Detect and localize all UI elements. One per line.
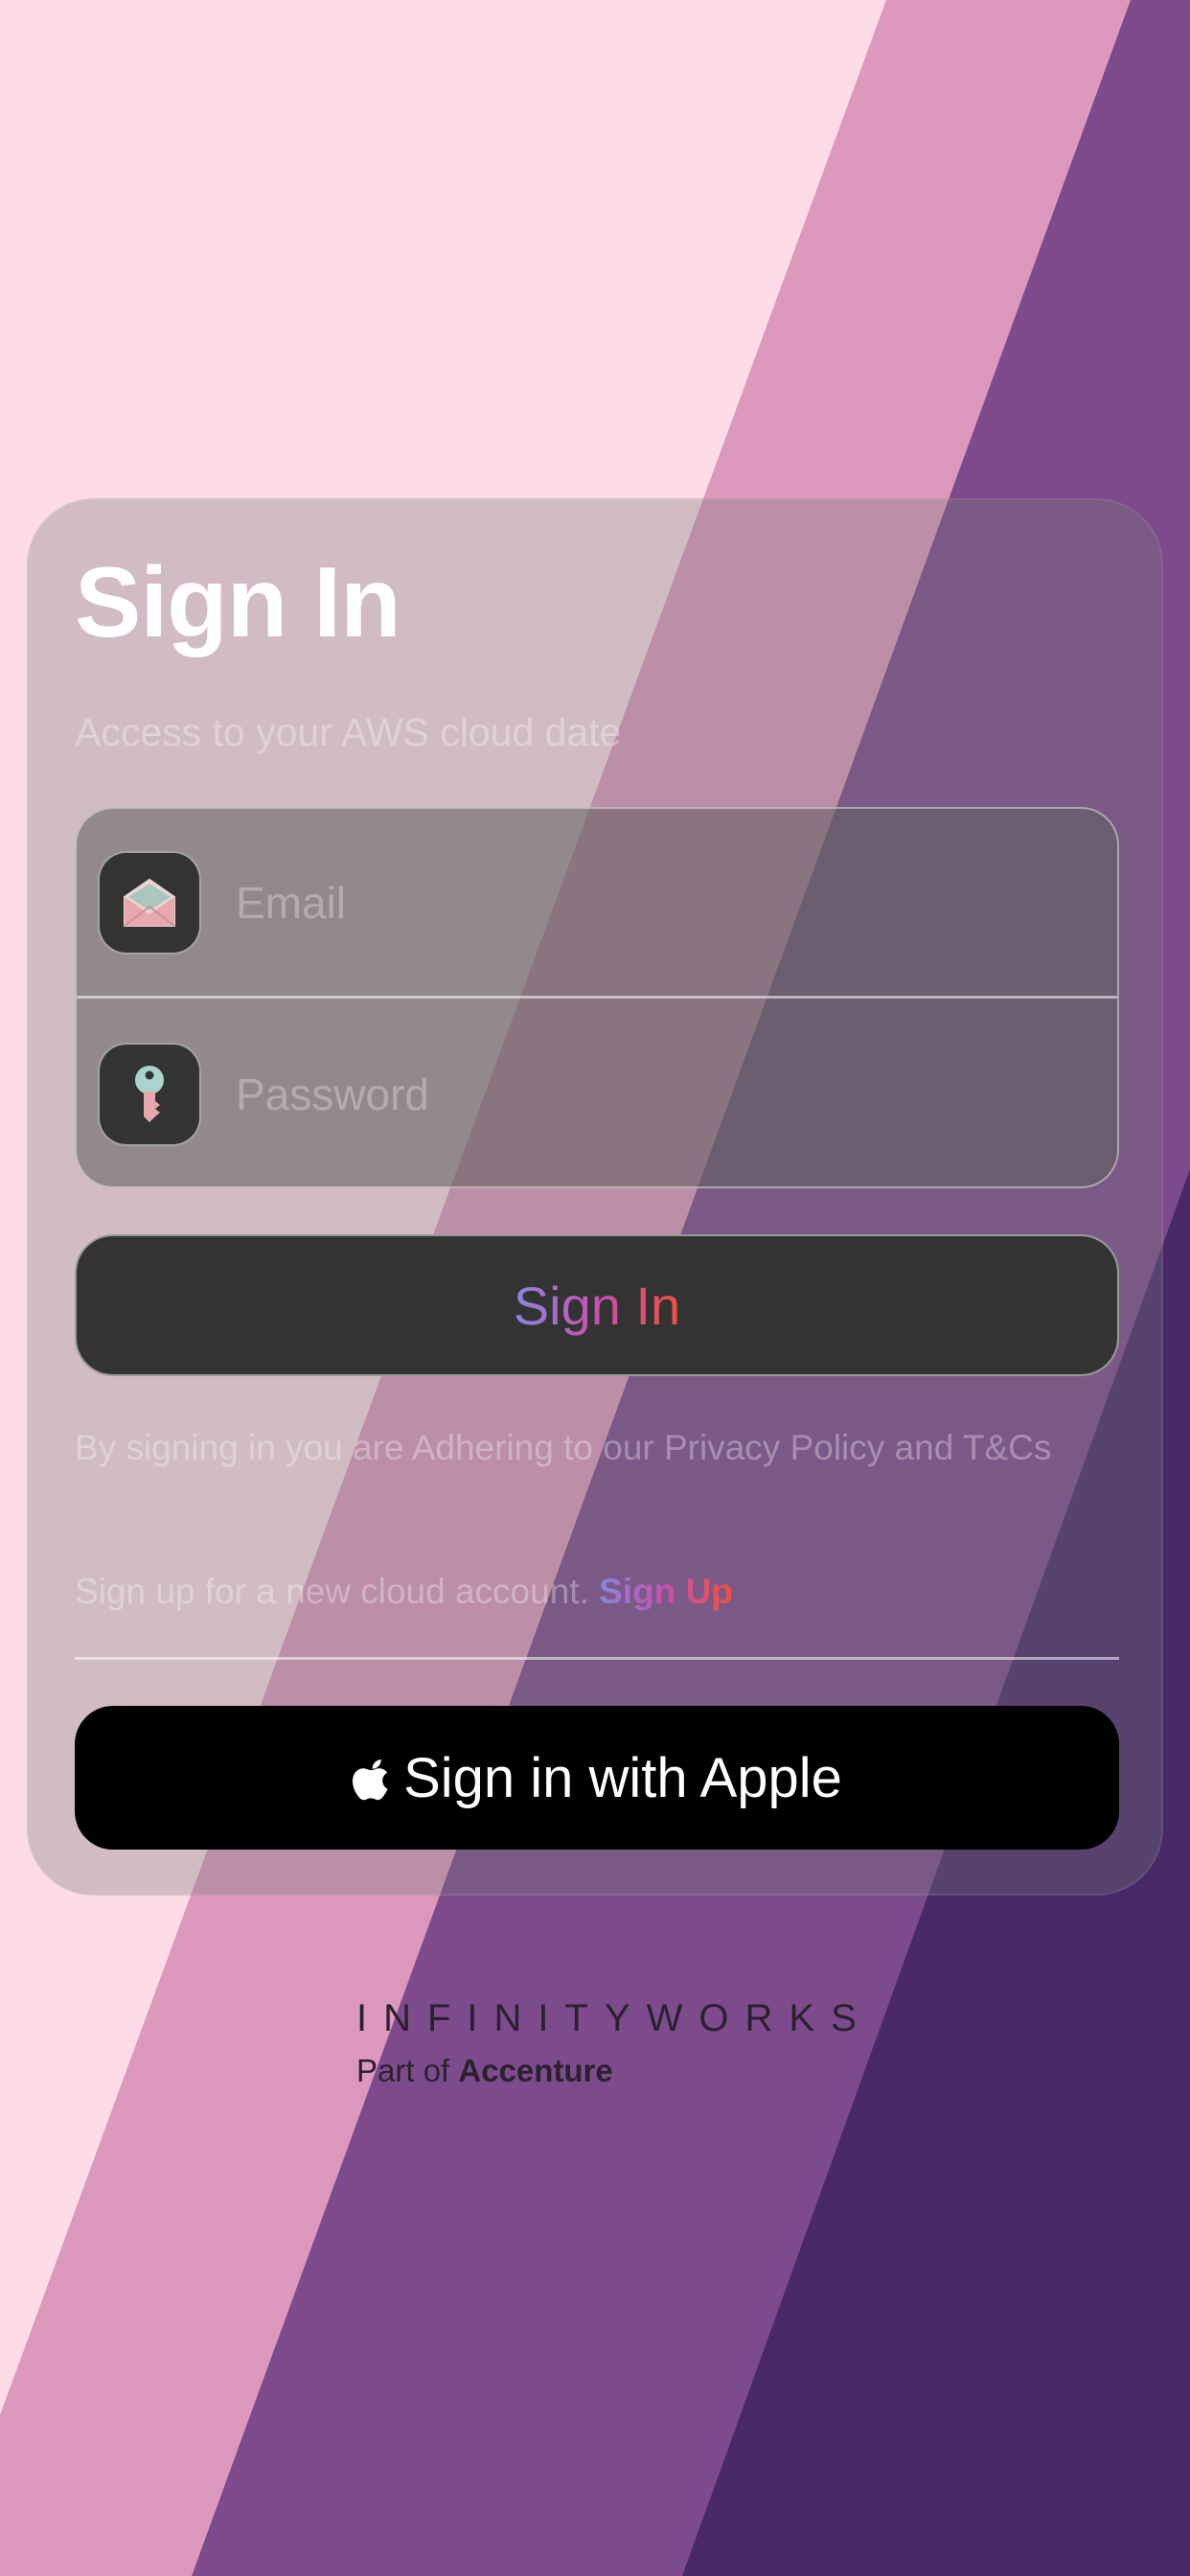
subtitle: Access to your AWS cloud date [75,710,622,754]
key-icon [98,1043,201,1146]
brand-parent-company: Accenture [458,2053,613,2088]
password-field[interactable] [236,1069,1060,1120]
brand-part-of: Part of [356,2053,450,2088]
email-field[interactable] [236,876,1060,929]
sign-in-button[interactable]: Sign In [75,1234,1119,1376]
signup-prompt: Sign up for a new cloud account. [75,1572,589,1611]
sign-in-card: Sign In Access to your AWS cloud date Em… [27,498,1163,1896]
email-row [77,809,1117,999]
divider [75,1657,1119,1660]
envelope-open-icon [98,850,201,954]
brand-logo: INFINITYWORKS Part of Accenture [356,1997,873,2086]
apple-logo-icon [353,1760,388,1801]
brand-subtitle: Part of Accenture [356,2055,835,2086]
legal-notice: By signing in you are Adhering to our Pr… [75,1428,1052,1467]
brand-name: INFINITYWORKS [356,1997,873,2039]
sign-up-link[interactable]: Sign Up [599,1572,733,1611]
credentials-group [75,807,1119,1188]
sign-in-with-apple-label: Sign in with Apple [403,1746,842,1809]
signup-row: Sign up for a new cloud account. Sign Up [75,1566,733,1618]
page-title: Sign In [75,547,401,658]
password-row [77,1000,1117,1186]
sign-in-with-apple-button[interactable]: Sign in with Apple [75,1706,1119,1850]
sign-in-button-label: Sign In [513,1275,681,1336]
